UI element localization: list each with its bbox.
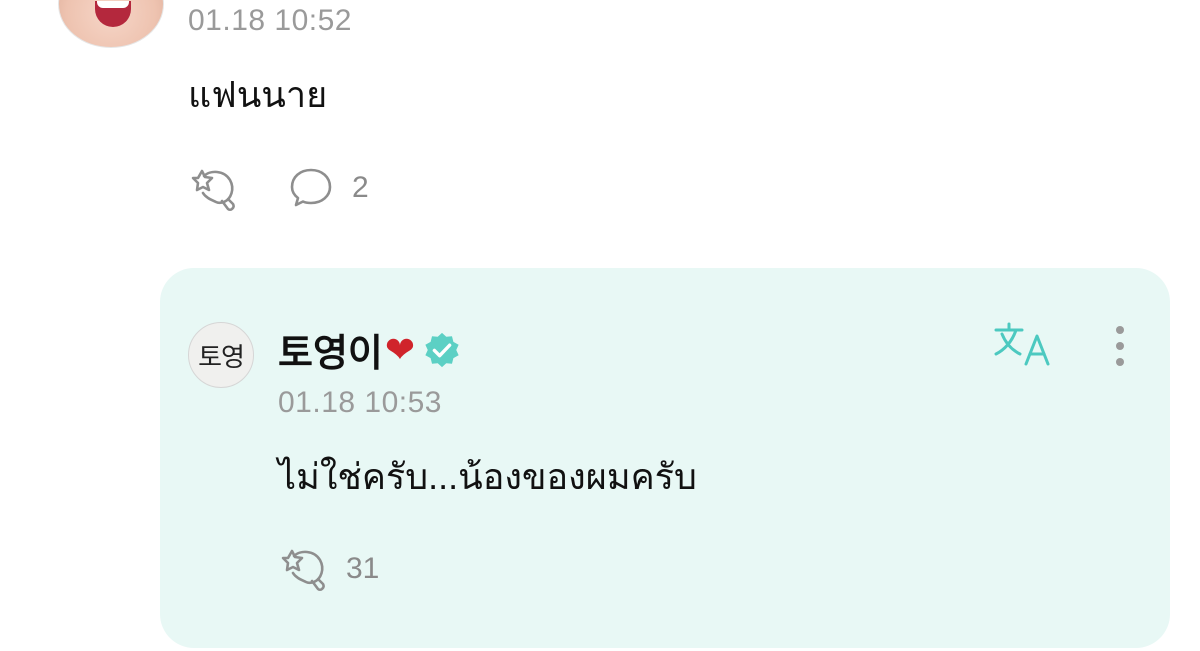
author-name: 토영이 — [278, 333, 383, 375]
reply-button[interactable]: 2 — [288, 166, 369, 210]
verified-badge-icon — [425, 332, 459, 367]
comment-text: แฟนนาย — [188, 74, 328, 115]
translate-icon — [994, 322, 1050, 366]
reply-author[interactable]: 토영이 ❤ — [278, 322, 461, 377]
reply-count: 2 — [352, 171, 369, 204]
heart-emoji: ❤ — [384, 328, 416, 370]
reply-text: ไม่ใช่ครับ...น้องของผมครับ — [278, 456, 697, 497]
avatar[interactable] — [58, 0, 164, 48]
translate-button[interactable] — [992, 320, 1054, 368]
reply-react-button[interactable]: 31 — [278, 546, 379, 592]
more-button[interactable] — [1110, 322, 1130, 370]
like-count: 31 — [346, 552, 380, 585]
avatar-teeth — [97, 1, 129, 8]
react-button[interactable] — [188, 166, 238, 212]
speech-bubble-icon — [290, 168, 332, 207]
reply-avatar[interactable]: 토영 — [188, 322, 254, 388]
star-cluster-like-icon — [191, 169, 235, 212]
comment-timestamp: 01.18 10:52 — [188, 4, 352, 37]
star-cluster-like-icon — [281, 549, 325, 592]
more-vertical-icon — [1116, 326, 1124, 366]
reply-timestamp: 01.18 10:53 — [278, 386, 442, 419]
